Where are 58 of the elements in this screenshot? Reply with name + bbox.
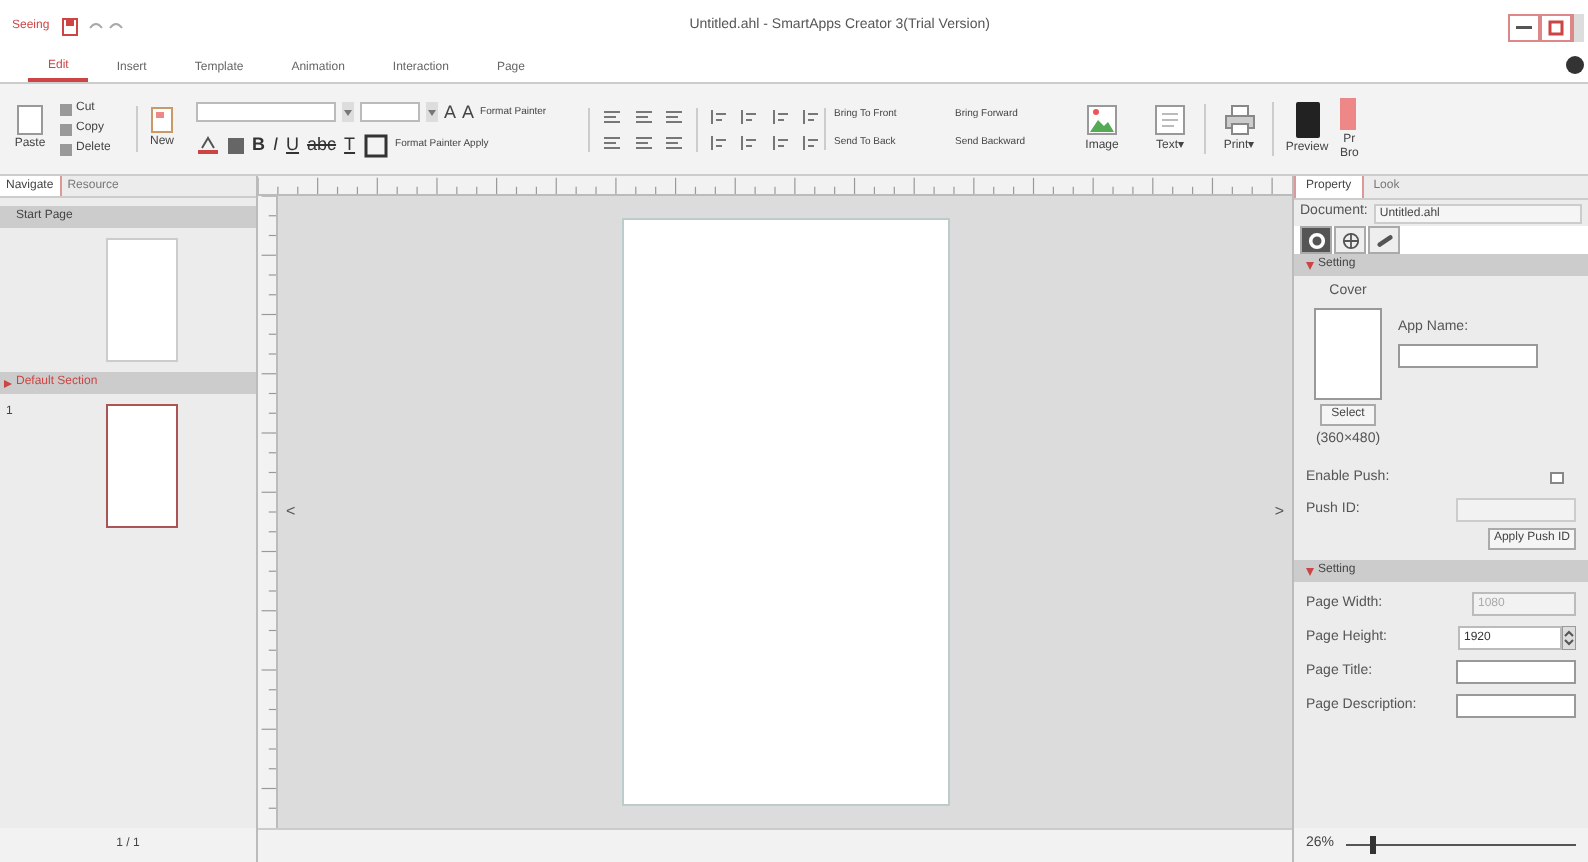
- text-style-button[interactable]: I: [273, 132, 279, 159]
- minimize-button[interactable]: [1508, 13, 1540, 41]
- printer-icon: [1223, 104, 1255, 136]
- globe-icon: [1341, 231, 1359, 249]
- collapse-right-button[interactable]: >: [1274, 500, 1284, 524]
- restore-button[interactable]: [1540, 13, 1572, 41]
- clipboard-icon: [16, 104, 44, 136]
- restore-icon: [1548, 19, 1564, 35]
- undo-icon[interactable]: [87, 20, 104, 34]
- object-align-icon[interactable]: [710, 107, 730, 125]
- text-style-button[interactable]: abc: [307, 132, 337, 159]
- text-style-button[interactable]: U: [286, 132, 300, 159]
- app-name-field[interactable]: [1398, 343, 1538, 367]
- object-align-icon[interactable]: [801, 133, 822, 151]
- expand-triangle-icon[interactable]: [4, 379, 12, 387]
- cover-image-box[interactable]: [1314, 307, 1382, 399]
- text-field[interactable]: [1456, 660, 1576, 684]
- object-align-icon[interactable]: [710, 133, 730, 151]
- object-align-icon[interactable]: [740, 133, 761, 151]
- text-frame-icon[interactable]: [363, 133, 388, 158]
- object-align-icon[interactable]: [801, 107, 822, 125]
- text-style-button[interactable]: B: [252, 132, 265, 159]
- collapse-triangle-icon[interactable]: [1306, 261, 1314, 269]
- enable-push-checkbox[interactable]: [1550, 472, 1564, 484]
- text-box-icon: [1154, 104, 1186, 136]
- object-align-icon[interactable]: [740, 107, 761, 125]
- highlight-icon[interactable]: [196, 135, 220, 156]
- page-thumbnail[interactable]: [106, 404, 178, 528]
- icon-tab[interactable]: [1334, 226, 1366, 254]
- object-align-icon[interactable]: [771, 107, 791, 125]
- collapse-left-button[interactable]: <: [286, 500, 296, 524]
- grow-font-button[interactable]: A: [444, 99, 457, 126]
- text-style-button[interactable]: T: [344, 132, 356, 159]
- paragraph-align-icon[interactable]: [664, 107, 685, 125]
- fill-color-icon[interactable]: [228, 137, 244, 154]
- icon-tab[interactable]: [1368, 226, 1400, 254]
- shrink-font-button[interactable]: A: [462, 99, 475, 126]
- paragraph-align-icon[interactable]: [633, 107, 654, 125]
- paragraph-align-icon[interactable]: [633, 133, 654, 151]
- new-page-icon: [150, 106, 174, 134]
- redo-icon[interactable]: [107, 20, 124, 34]
- paragraph-align-icon[interactable]: [602, 133, 622, 151]
- paragraph-align-icon[interactable]: [602, 107, 622, 125]
- link-icon: [1375, 231, 1393, 249]
- save-icon[interactable]: [61, 18, 78, 36]
- icon-tab[interactable]: [1300, 226, 1332, 254]
- push-id-field[interactable]: [1456, 498, 1576, 522]
- image-icon: [1086, 104, 1118, 136]
- help-icon[interactable]: [1566, 56, 1584, 74]
- paragraph-align-icon[interactable]: [664, 133, 685, 151]
- gear-icon: [1307, 231, 1325, 249]
- spinner-icon[interactable]: [1562, 626, 1576, 650]
- minimize-icon: [1516, 25, 1532, 29]
- object-align-icon[interactable]: [771, 133, 791, 151]
- phone-icon: [1295, 102, 1319, 138]
- zoom-slider-thumb[interactable]: [1369, 836, 1375, 854]
- text-field[interactable]: [1456, 694, 1576, 718]
- collapse-triangle-icon[interactable]: [1306, 567, 1314, 575]
